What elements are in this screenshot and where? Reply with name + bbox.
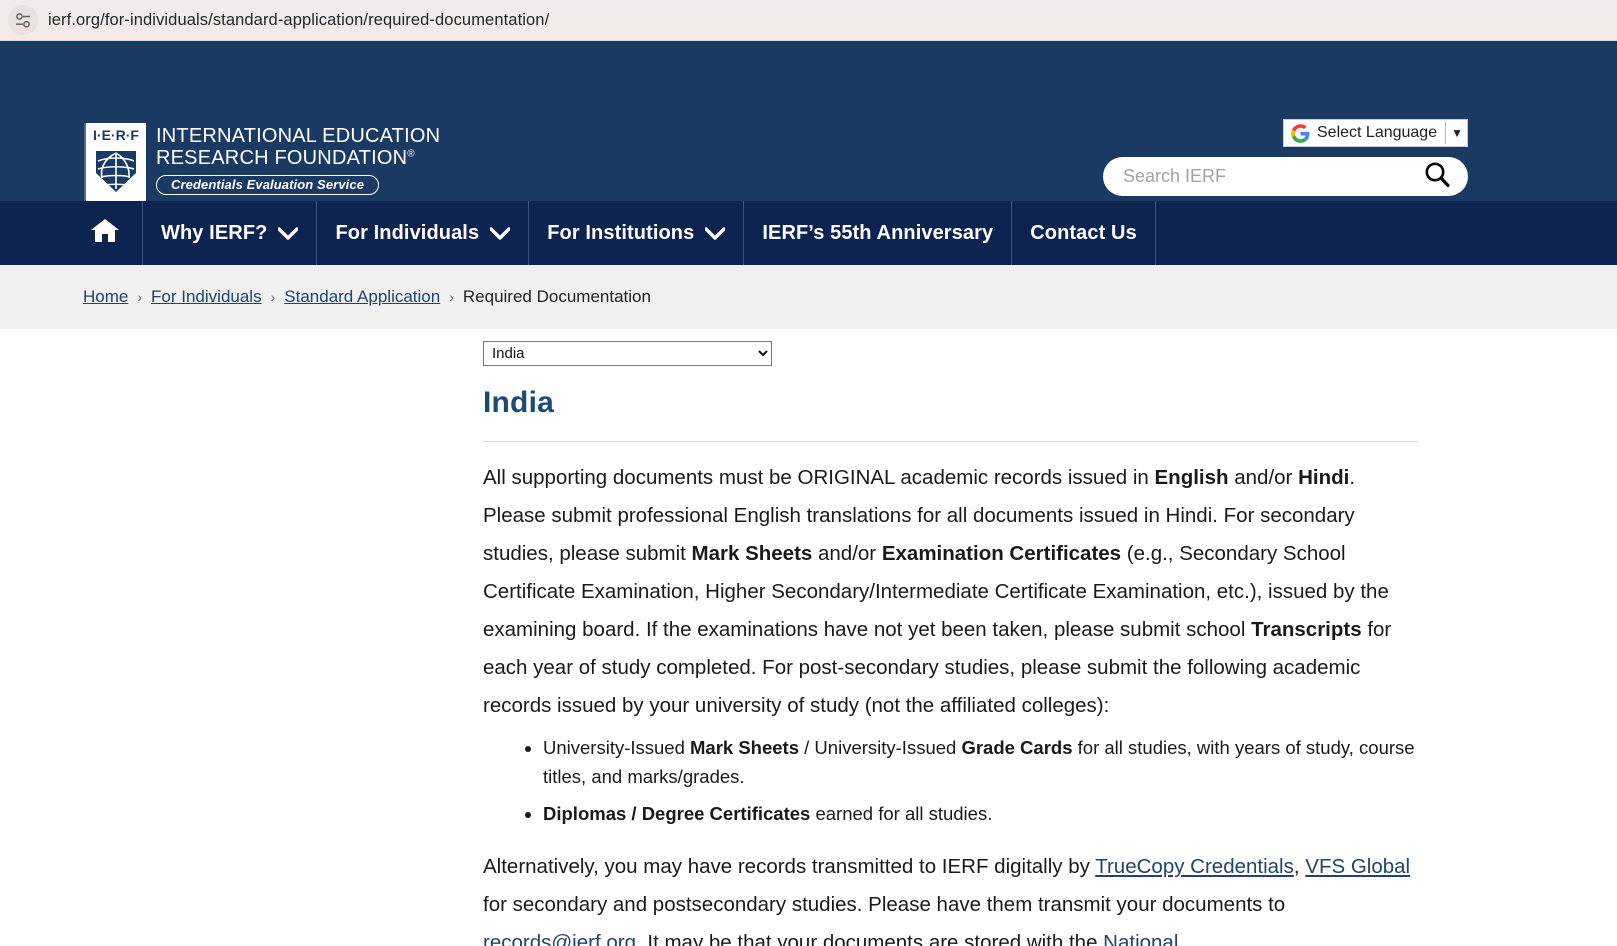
- language-divider: [1445, 122, 1447, 144]
- b0-b2: Grade Cards: [961, 737, 1073, 758]
- link-truecopy-credentials[interactable]: TrueCopy Credentials: [1095, 855, 1294, 878]
- p1-s2: and/or: [1228, 466, 1299, 489]
- site-header: I·E·R·F INTERNATIONAL EDUCATION RESEARCH…: [0, 41, 1617, 201]
- globe-icon: [92, 145, 140, 200]
- chevron-down-icon: [705, 226, 726, 240]
- p2-s3: for secondary and postsecondary studies.…: [483, 893, 1286, 916]
- list-item: Diplomas / Degree Certificates earned fo…: [543, 799, 1418, 828]
- search-icon: [1422, 160, 1452, 193]
- p1-s1: All supporting documents must be ORIGINA…: [483, 466, 1155, 489]
- main-navigation: Why IERF? For Individuals For Institutio…: [0, 201, 1617, 451]
- list-item: University-Issued Mark Sheets / Universi…: [543, 733, 1418, 791]
- breadcrumb-separator: ›: [137, 289, 143, 305]
- title-divider: [483, 441, 1418, 442]
- logo-line-2: RESEARCH FOUNDATION®: [156, 147, 440, 169]
- link-records-email[interactable]: records@ierf.org: [483, 931, 636, 946]
- chevron-down-icon: [490, 226, 511, 240]
- b1-b1: Diplomas / Degree Certificates: [543, 803, 811, 824]
- main-content: India India All supporting documents mus…: [0, 329, 1617, 946]
- p1-b5: Transcripts: [1251, 618, 1362, 641]
- registered-mark: ®: [407, 148, 415, 160]
- p2-s2: ,: [1293, 855, 1306, 878]
- language-selector[interactable]: Select Language ▼: [1283, 119, 1468, 147]
- google-g-icon: [1291, 123, 1310, 143]
- nav-item-anniversary[interactable]: IERF’s 55th Anniversary: [743, 201, 1011, 265]
- nav-item-for-individuals[interactable]: For Individuals: [316, 201, 528, 265]
- b0-s2: / University-Issued: [799, 737, 962, 758]
- p1-b1: English: [1154, 466, 1229, 489]
- breadcrumb-item-standard-application[interactable]: Standard Application: [284, 287, 440, 307]
- search-box[interactable]: [1103, 157, 1468, 196]
- b0-s1: University-Issued: [543, 737, 691, 758]
- search-input[interactable]: [1123, 166, 1416, 187]
- nav-item-contact-us[interactable]: Contact Us: [1011, 201, 1156, 265]
- nav-item-why-ierf-label: Why IERF?: [161, 221, 268, 244]
- nav-item-why-ierf[interactable]: Why IERF?: [142, 201, 316, 265]
- nav-item-home[interactable]: [74, 201, 142, 265]
- nav-item-for-institutions[interactable]: For Institutions: [528, 201, 743, 265]
- paragraph-requirements: All supporting documents must be ORIGINA…: [483, 459, 1418, 725]
- b1-s3: earned for all studies.: [810, 803, 993, 824]
- documentation-body: All supporting documents must be ORIGINA…: [483, 459, 1418, 946]
- logo-badge: I·E·R·F: [86, 123, 146, 201]
- logo-line-2-text: RESEARCH FOUNDATION: [156, 147, 408, 170]
- p2-s1: Alternatively, you may have records tran…: [483, 855, 1096, 878]
- nav-item-for-individuals-label: For Individuals: [335, 221, 480, 244]
- logo-line-1: INTERNATIONAL EDUCATION: [156, 125, 441, 147]
- p1-b3: Mark Sheets: [691, 542, 813, 565]
- p2-s4: . It may be that your documents are stor…: [635, 931, 1104, 946]
- logo-badge-text: I·E·R·F: [93, 127, 139, 143]
- link-national[interactable]: National: [1103, 931, 1178, 946]
- p1-s4: and/or: [812, 542, 882, 565]
- logo-tagline: Credentials Evaluation Service: [156, 174, 380, 195]
- breadcrumb-item-current: Required Documentation: [462, 287, 651, 306]
- logo-text-block: INTERNATIONAL EDUCATION RESEARCH FOUNDAT…: [156, 123, 440, 195]
- breadcrumb-item-for-individuals[interactable]: For Individuals: [151, 287, 262, 307]
- link-vfs-global[interactable]: VFS Global: [1305, 855, 1410, 878]
- breadcrumb: Home › For Individuals › Standard Applic…: [0, 265, 1617, 329]
- nav-item-contact-us-label: Contact Us: [1030, 221, 1137, 244]
- paragraph-digital-transmission: Alternatively, you may have records tran…: [483, 848, 1418, 946]
- url-text[interactable]: ierf.org/for-individuals/standard-applic…: [48, 11, 549, 30]
- site-settings-icon[interactable]: [8, 5, 38, 35]
- chevron-down-icon: [278, 226, 299, 240]
- language-selector-label: Select Language: [1317, 124, 1438, 141]
- breadcrumb-item-home[interactable]: Home: [83, 287, 128, 307]
- records-list: University-Issued Mark Sheets / Universi…: [483, 733, 1418, 828]
- chevron-down-icon[interactable]: ▼: [1451, 126, 1463, 140]
- search-button[interactable]: [1422, 160, 1452, 193]
- nav-item-anniversary-label: IERF’s 55th Anniversary: [762, 221, 994, 244]
- breadcrumb-separator: ›: [449, 289, 454, 305]
- nav-item-for-institutions-label: For Institutions: [547, 221, 695, 244]
- p1-b2: Hindi: [1298, 466, 1350, 489]
- p1-b4: Examination Certificates: [881, 542, 1122, 565]
- browser-url-bar[interactable]: ierf.org/for-individuals/standard-applic…: [0, 0, 1617, 41]
- nav-items: Why IERF? For Individuals For Institutio…: [74, 201, 1156, 265]
- home-icon: [90, 217, 120, 250]
- country-select[interactable]: India: [483, 341, 772, 366]
- page-title: India: [483, 386, 555, 419]
- breadcrumb-separator: ›: [270, 289, 276, 305]
- site-logo[interactable]: I·E·R·F INTERNATIONAL EDUCATION RESEARCH…: [84, 123, 440, 201]
- b0-b1: Mark Sheets: [690, 737, 800, 758]
